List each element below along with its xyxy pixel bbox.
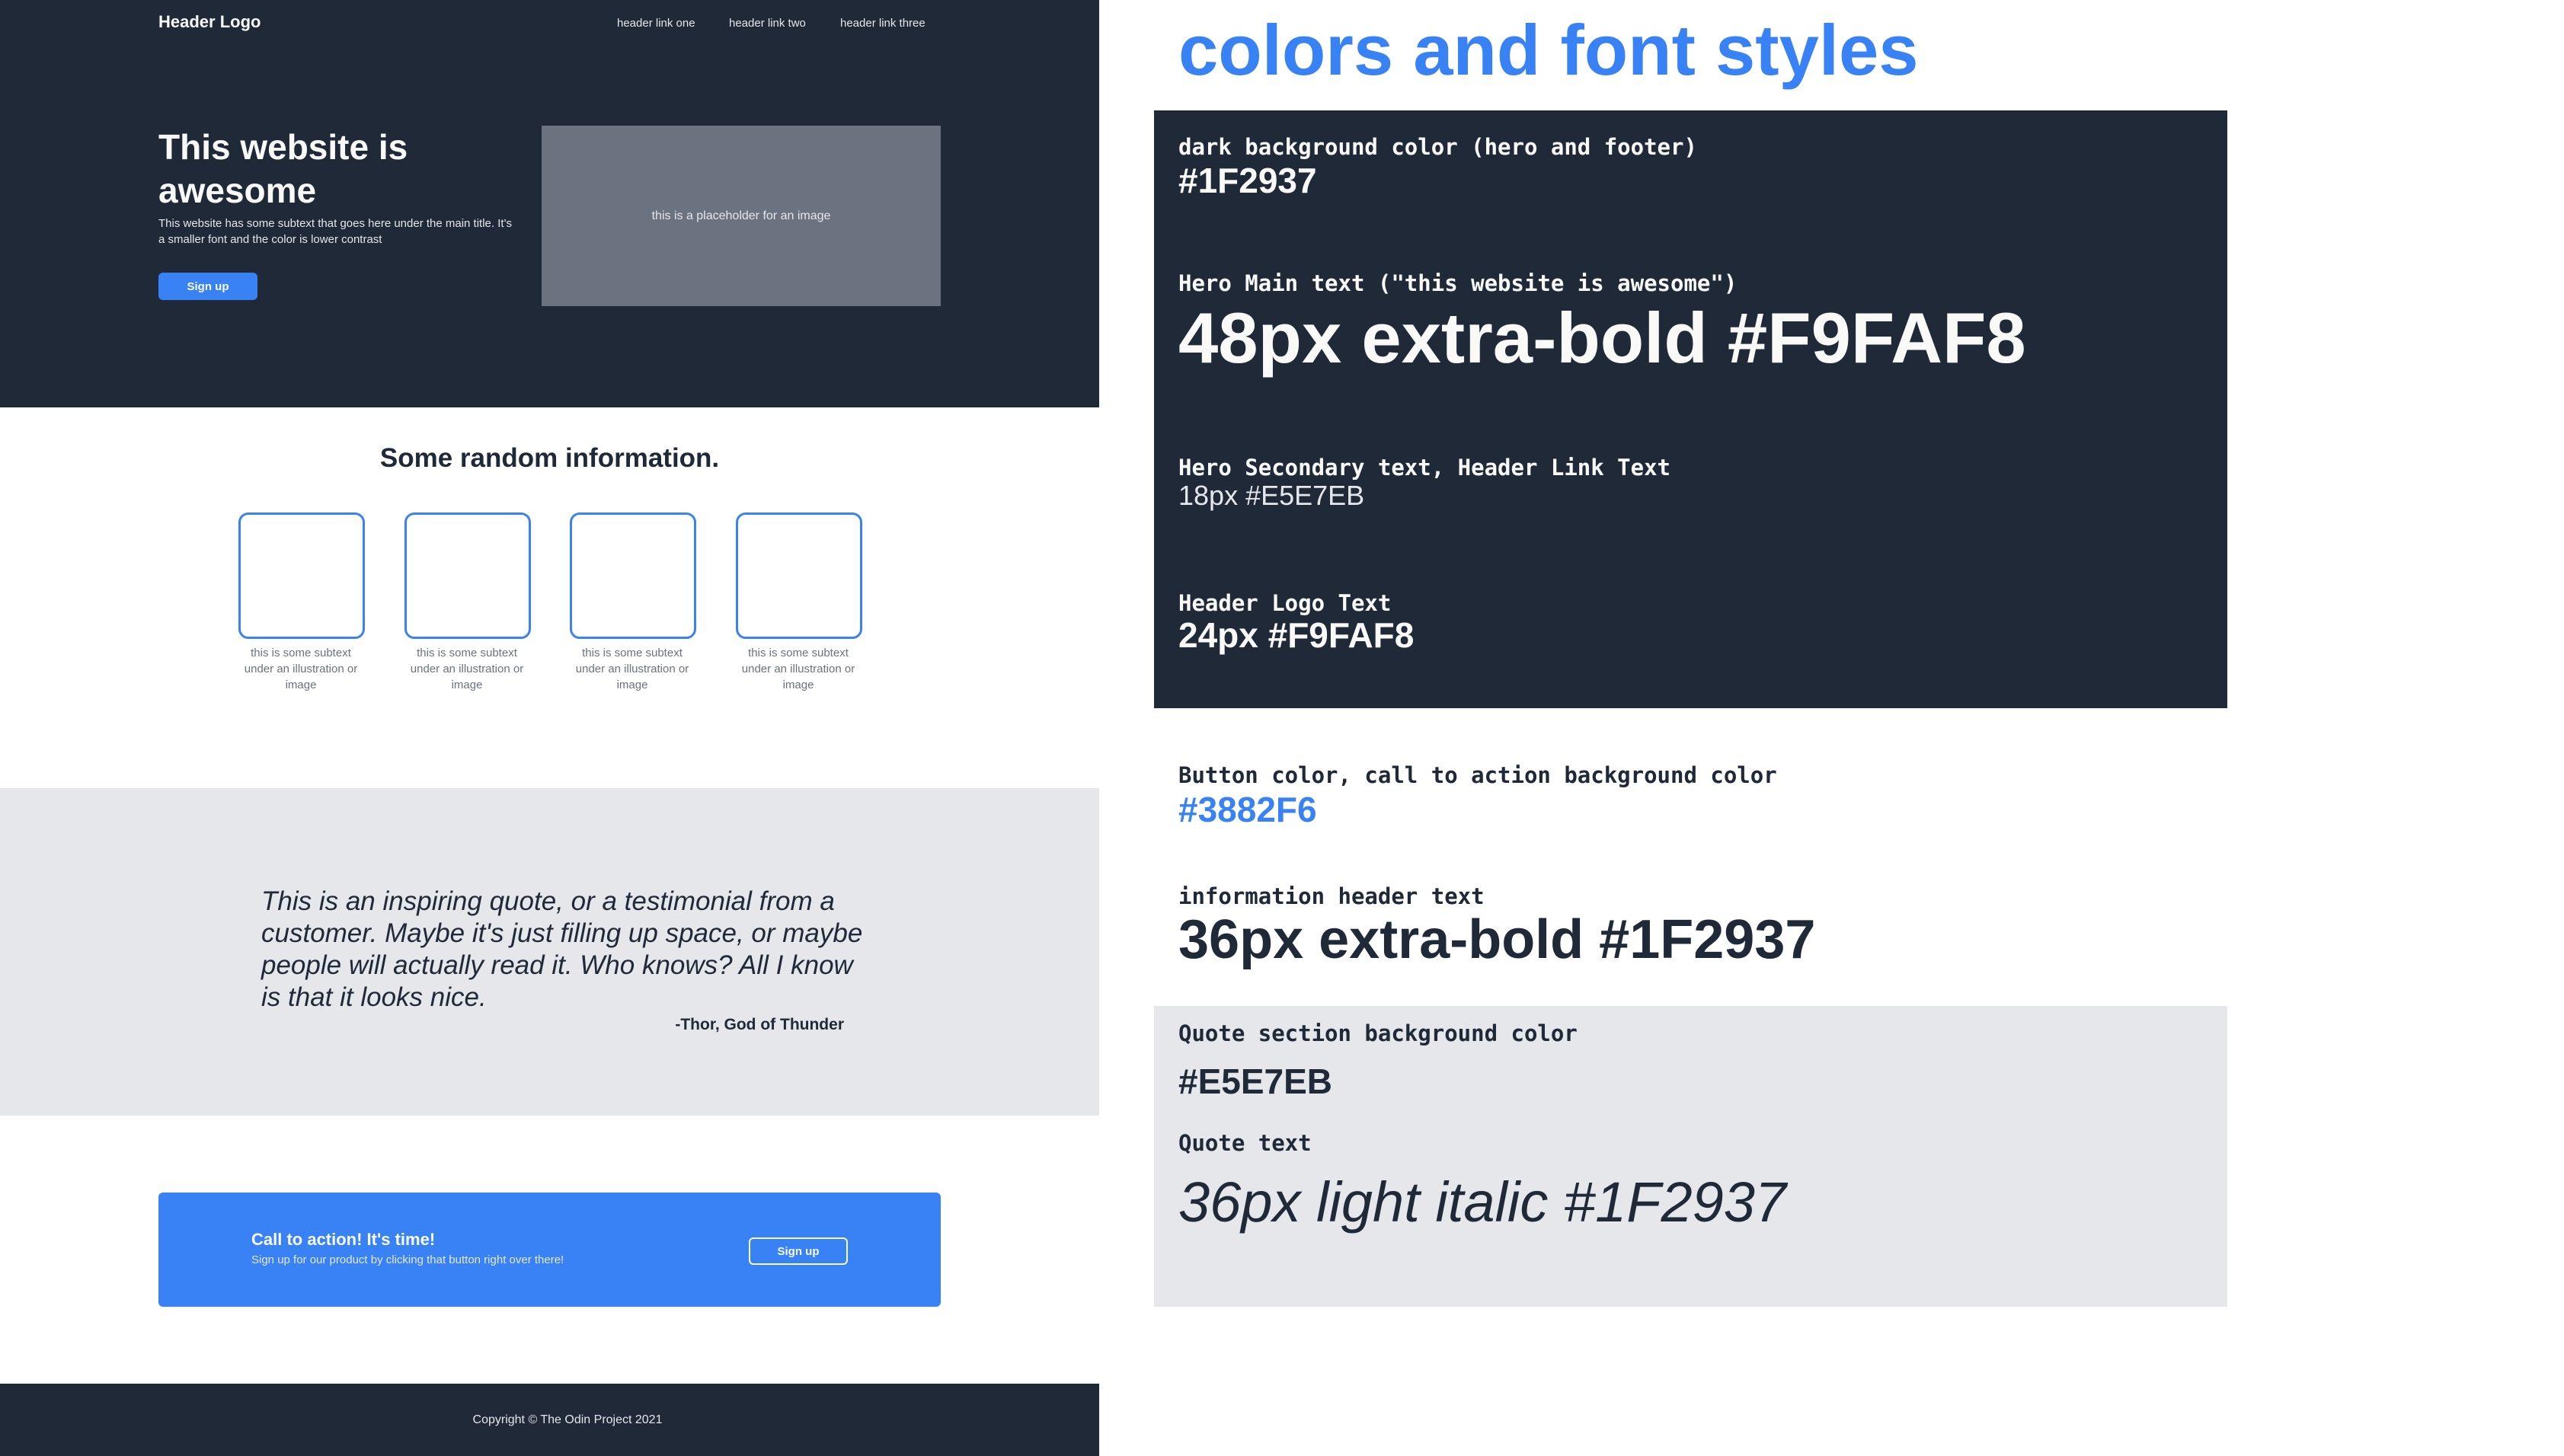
cta-title: Call to action! It's time! [251, 1230, 436, 1249]
website-mockup: Header Logo header link one header link … [0, 0, 1099, 1456]
style-value-quote-bg: #E5E7EB [1178, 1062, 1333, 1101]
card-subtext: this is some subtext under an illustrati… [244, 647, 358, 691]
style-value-quote-text: 36px light italic #1F2937 [1178, 1170, 1787, 1234]
cta-subtext: Sign up for our product by clicking that… [251, 1253, 564, 1266]
info-card: this is some subtext under an illustrati… [238, 512, 365, 693]
hero-signup-button[interactable]: Sign up [158, 273, 257, 300]
style-label-dark-bg: dark background color (hero and footer) [1178, 134, 1697, 160]
style-guide-title: colors and font styles [1178, 10, 1919, 90]
style-label-hero-main: Hero Main text ("this website is awesome… [1178, 270, 1738, 296]
quote-text: This is an inspiring quote, or a testimo… [261, 886, 863, 1012]
illustration-placeholder [404, 512, 531, 639]
quote-author: -Thor, God of Thunder [675, 1016, 844, 1033]
info-title: Some random information. [379, 443, 720, 473]
style-value-hero-secondary: 18px #E5E7EB [1178, 480, 1365, 511]
footer-copyright: Copyright © The Odin Project 2021 [472, 1413, 663, 1426]
style-value-logo: 24px #F9FAF8 [1178, 615, 1415, 655]
illustration-placeholder [736, 512, 862, 639]
header-nav: header link one header link two header l… [0, 17, 1099, 35]
style-label-button-color: Button color, call to action background … [1178, 762, 1777, 788]
quote-style-panel [1154, 1006, 2227, 1307]
header-link-three[interactable]: header link three [840, 17, 926, 30]
card-subtext: this is some subtext under an illustrati… [575, 647, 689, 691]
hero-image-placeholder: this is a placeholder for an image [542, 126, 941, 306]
cta-signup-button[interactable]: Sign up [749, 1237, 848, 1265]
card-subtext: this is some subtext under an illustrati… [741, 647, 855, 691]
style-label-logo: Header Logo Text [1178, 590, 1392, 616]
style-label-quote-bg: Quote section background color [1178, 1020, 1578, 1046]
style-label-hero-secondary: Hero Secondary text, Header Link Text [1178, 455, 1671, 481]
style-value-button-color: #3882F6 [1178, 790, 1317, 829]
hero-subtext: This website has some subtext that goes … [158, 217, 512, 246]
illustration-placeholder [570, 512, 696, 639]
style-value-info-header: 36px extra-bold #1F2937 [1178, 909, 1816, 970]
hero-title: This website is awesome [158, 127, 408, 210]
header-link-one[interactable]: header link one [617, 17, 695, 30]
card-subtext: this is some subtext under an illustrati… [410, 647, 524, 691]
style-label-quote-text: Quote text [1178, 1130, 1312, 1156]
info-card: this is some subtext under an illustrati… [404, 512, 531, 693]
style-value-hero-main: 48px extra-bold #F9FAF8 [1178, 298, 2026, 378]
header-link-two[interactable]: header link two [729, 17, 806, 30]
info-card: this is some subtext under an illustrati… [570, 512, 696, 693]
style-label-info-header: information header text [1178, 883, 1485, 909]
info-card: this is some subtext under an illustrati… [736, 512, 862, 693]
style-value-dark-bg: #1F2937 [1178, 161, 1317, 200]
illustration-placeholder [238, 512, 365, 639]
